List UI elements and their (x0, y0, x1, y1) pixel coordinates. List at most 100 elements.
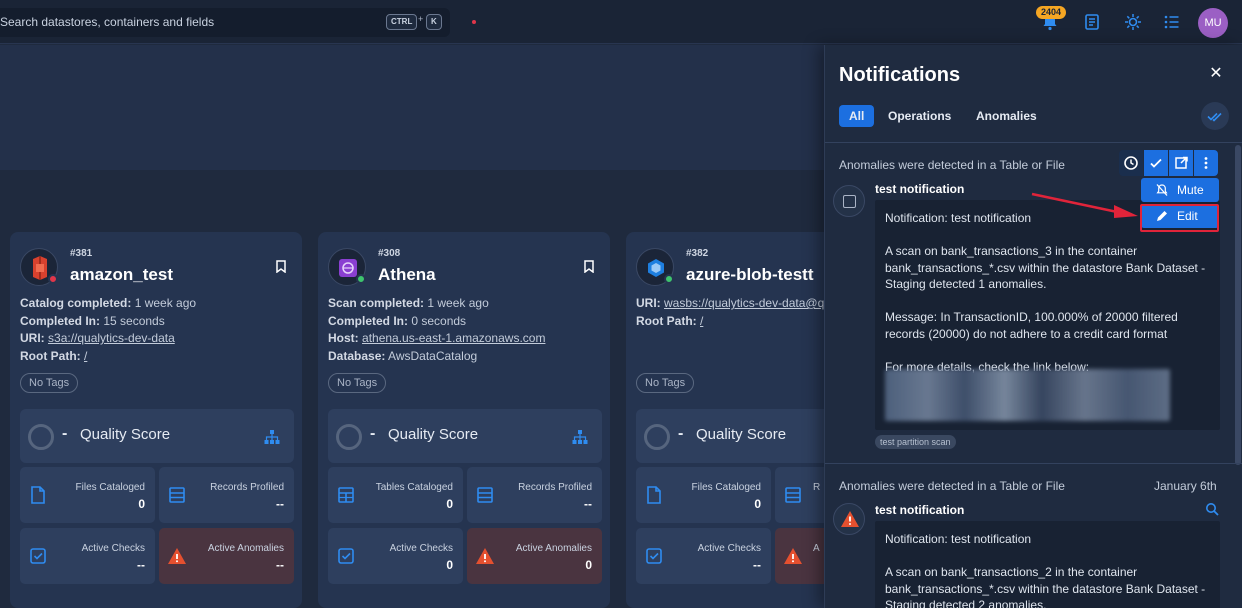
more-options-button[interactable] (1194, 150, 1218, 176)
external-link-icon (1175, 156, 1188, 169)
status-indicator (356, 274, 366, 284)
meta-row: Scan completed: 1 week ago (328, 296, 489, 310)
tab-all[interactable]: All (839, 105, 875, 127)
mute-menu-item[interactable]: Mute (1141, 178, 1219, 202)
notification-tag[interactable]: test partition scan (875, 435, 956, 449)
theme-sun-icon[interactable] (1123, 12, 1143, 32)
root-path-link[interactable]: / (700, 314, 703, 328)
table-grid-icon (338, 487, 354, 503)
tab-anomalies[interactable]: Anomalies (976, 105, 1037, 127)
stat-tables-cataloged: Tables Cataloged 0 (328, 467, 463, 523)
meta-row: Database: AwsDataCatalog (328, 349, 478, 363)
shortcut-ctrl-key: CTRL (386, 14, 418, 30)
datastore-name[interactable]: Athena (378, 265, 436, 285)
bell-off-icon (1156, 184, 1168, 196)
notification-date: January 6th (1154, 479, 1217, 493)
list-icon[interactable] (1162, 12, 1182, 32)
notification-body: Notification: test notification A scan o… (875, 200, 1220, 430)
notification-title: test notification (875, 503, 965, 517)
datastore-card[interactable]: #381 amazon_test Catalog completed: 1 we… (10, 232, 302, 608)
uri-link[interactable]: s3a://qualytics-dev-data (48, 331, 175, 345)
stat-records-profiled: Records Profiled -- (159, 467, 294, 523)
mark-read-button[interactable] (1144, 150, 1168, 176)
check-icon (1150, 158, 1162, 168)
file-icon (647, 486, 661, 504)
meta-row: Completed In: 15 seconds (20, 314, 165, 328)
quality-score-ring (28, 424, 54, 450)
datastore-card[interactable]: #308 Athena Scan completed: 1 week ago C… (318, 232, 610, 608)
shortcut-k-key: K (426, 14, 442, 30)
status-indicator (664, 274, 674, 284)
quality-score-panel: - Quality Score (20, 409, 294, 463)
meta-row: Completed In: 0 seconds (328, 314, 467, 328)
document-icon[interactable] (1082, 12, 1102, 32)
close-icon[interactable]: ✕ (1209, 66, 1223, 82)
quality-score-value: - (370, 425, 376, 442)
shortcut-plus: + (418, 14, 424, 24)
stat-active-anomalies: Active Anomalies 0 (467, 528, 602, 584)
datastore-logo (636, 248, 674, 286)
meta-row: Catalog completed: 1 week ago (20, 296, 197, 310)
host-link[interactable]: athena.us-east-1.amazonaws.com (362, 331, 545, 345)
warning-icon (784, 548, 802, 564)
status-dot (472, 20, 476, 24)
stat-active-checks: Active Checks -- (636, 528, 771, 584)
search-bar[interactable]: Search datastores, containers and fields… (0, 8, 450, 37)
check-shield-icon (646, 548, 662, 564)
user-avatar[interactable]: MU (1198, 8, 1228, 38)
bookmark-icon[interactable] (276, 260, 286, 273)
check-shield-icon (30, 548, 46, 564)
bookmark-icon[interactable] (584, 260, 594, 273)
mark-all-read-button[interactable] (1201, 102, 1229, 130)
notification-status (833, 503, 865, 535)
notification-group-label: Anomalies were detected in a Table or Fi… (839, 158, 1065, 172)
file-icon (31, 486, 45, 504)
notification-actions (1119, 150, 1219, 176)
top-bar: Search datastores, containers and fields… (0, 0, 1242, 44)
blurred-link-image (885, 369, 1170, 421)
quality-score-value: - (62, 425, 68, 442)
double-check-icon (1207, 112, 1222, 122)
stat-files-cataloged: Files Cataloged 0 (636, 467, 771, 523)
hierarchy-icon[interactable] (572, 429, 588, 445)
hierarchy-icon[interactable] (264, 429, 280, 445)
datastore-logo (20, 248, 58, 286)
scrollbar[interactable] (1235, 145, 1241, 465)
stat-files-cataloged: Files Cataloged 0 (20, 467, 155, 523)
notification-group-label: Anomalies were detected in a Table or Fi… (839, 479, 1065, 493)
root-path-link[interactable]: / (84, 349, 87, 363)
quality-score-label: Quality Score (696, 426, 787, 443)
tags-chip[interactable]: No Tags (636, 373, 695, 393)
tags-chip[interactable]: No Tags (328, 373, 387, 393)
check-shield-icon (338, 548, 354, 564)
meta-row: Host: athena.us-east-1.amazonaws.com (328, 331, 546, 345)
options-menu: Mute Edit (1141, 178, 1219, 230)
datastore-name[interactable]: azure-blob-testt (686, 265, 814, 285)
datastore-logo (328, 248, 366, 286)
table-rows-icon (477, 487, 493, 503)
tags-chip[interactable]: No Tags (20, 373, 79, 393)
datastore-name[interactable]: amazon_test (70, 265, 173, 285)
inspect-icon[interactable] (1205, 502, 1219, 516)
quality-score-label: Quality Score (388, 426, 479, 443)
page-header-area (0, 45, 824, 170)
meta-row: Root Path: / (636, 314, 704, 328)
edit-menu-item[interactable]: Edit (1141, 204, 1219, 228)
meta-row: Root Path: / (20, 349, 88, 363)
quality-score-label: Quality Score (80, 426, 171, 443)
quality-score-ring (644, 424, 670, 450)
table-rows-icon (169, 487, 185, 503)
pencil-icon (1157, 211, 1167, 221)
snooze-button[interactable] (1119, 150, 1143, 176)
stat-records-profiled: Records Profiled -- (467, 467, 602, 523)
quality-score-panel: - Quality Score (328, 409, 602, 463)
clock-icon (1124, 156, 1138, 170)
open-external-button[interactable] (1169, 150, 1193, 176)
notification-select-checkbox[interactable] (833, 185, 865, 217)
datastore-id: #382 (686, 248, 709, 259)
tab-operations[interactable]: Operations (888, 105, 951, 127)
uri-link[interactable]: wasbs://qualytics-dev-data@q (664, 296, 824, 310)
divider (825, 142, 1242, 143)
notification-body: Notification: test notification A scan o… (875, 521, 1220, 608)
search-input[interactable]: Search datastores, containers and fields (0, 15, 214, 29)
